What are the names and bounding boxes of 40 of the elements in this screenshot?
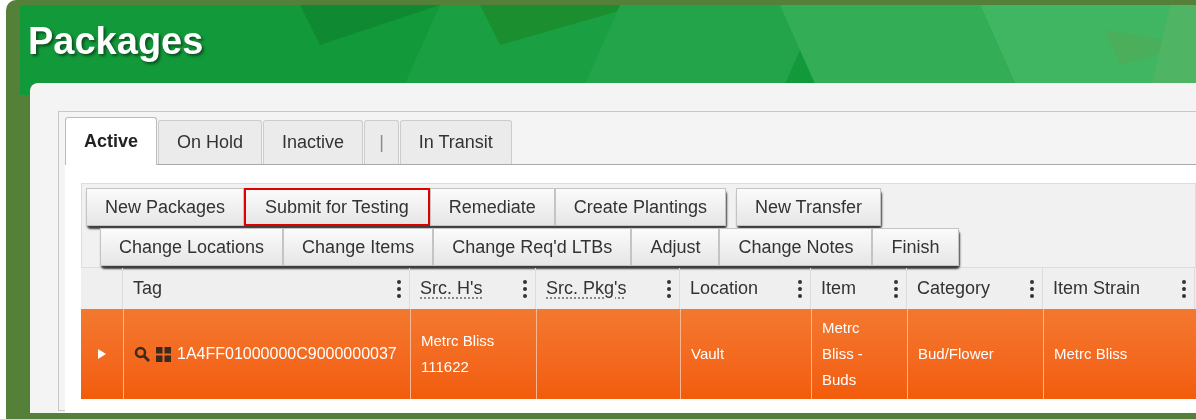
search-icon[interactable] bbox=[134, 346, 150, 362]
tab[interactable]: Inactive bbox=[263, 120, 364, 164]
column-header: Tag bbox=[133, 277, 163, 300]
table-cell-text: Bud/Flower bbox=[918, 344, 994, 364]
toolbar-button[interactable]: Remediate bbox=[429, 188, 555, 226]
column-header: Item bbox=[821, 277, 856, 300]
table-cell-text: Metrc Bliss 111622 bbox=[421, 331, 496, 377]
table-cell-text: Metrc Bliss - Buds bbox=[822, 318, 864, 390]
column-menu-icon[interactable] bbox=[1030, 279, 1034, 298]
grid-icon[interactable] bbox=[156, 346, 171, 362]
expand-icon[interactable] bbox=[97, 348, 107, 360]
toolbar-button[interactable]: Change Locations bbox=[100, 228, 284, 266]
toolbar-button[interactable]: New Packages bbox=[86, 188, 245, 226]
toolbar-button[interactable]: Create Plantings bbox=[554, 188, 726, 226]
toolbar-button[interactable]: Change Req'd LTBs bbox=[433, 228, 632, 266]
tab[interactable]: On Hold bbox=[158, 120, 263, 164]
tab[interactable]: In Transit bbox=[399, 120, 512, 164]
column-menu-icon[interactable] bbox=[397, 279, 401, 298]
column-header: Src. Pkg's bbox=[546, 277, 627, 300]
table-cell-text: Metrc Bliss bbox=[1054, 344, 1128, 364]
toolbar-button[interactable]: Submit for Testing bbox=[244, 188, 430, 226]
column-menu-icon[interactable] bbox=[798, 279, 802, 298]
table-cell-text: Vault bbox=[691, 344, 725, 364]
column-header: Src. H's bbox=[420, 277, 483, 300]
column-header: Location bbox=[690, 277, 759, 300]
column-menu-icon[interactable] bbox=[667, 279, 671, 298]
toolbar-button[interactable]: Adjust bbox=[631, 228, 720, 266]
page-title: Packages bbox=[28, 19, 204, 64]
toolbar-button[interactable]: Change Items bbox=[283, 228, 434, 266]
column-menu-icon[interactable] bbox=[1182, 279, 1186, 298]
column-header: Item Strain bbox=[1053, 277, 1141, 300]
column-menu-icon[interactable] bbox=[523, 279, 527, 298]
tab[interactable]: Active bbox=[65, 117, 158, 165]
table-cell-text: 1A4FF01000000C9000000037 bbox=[177, 344, 397, 364]
toolbar-button[interactable]: New Transfer bbox=[735, 188, 881, 226]
toolbar-button[interactable]: Finish bbox=[872, 228, 959, 266]
toolbar-button[interactable]: Change Notes bbox=[719, 228, 873, 266]
tab-separator: | bbox=[364, 120, 399, 164]
column-menu-icon[interactable] bbox=[894, 279, 898, 298]
column-header: Category bbox=[917, 277, 991, 300]
